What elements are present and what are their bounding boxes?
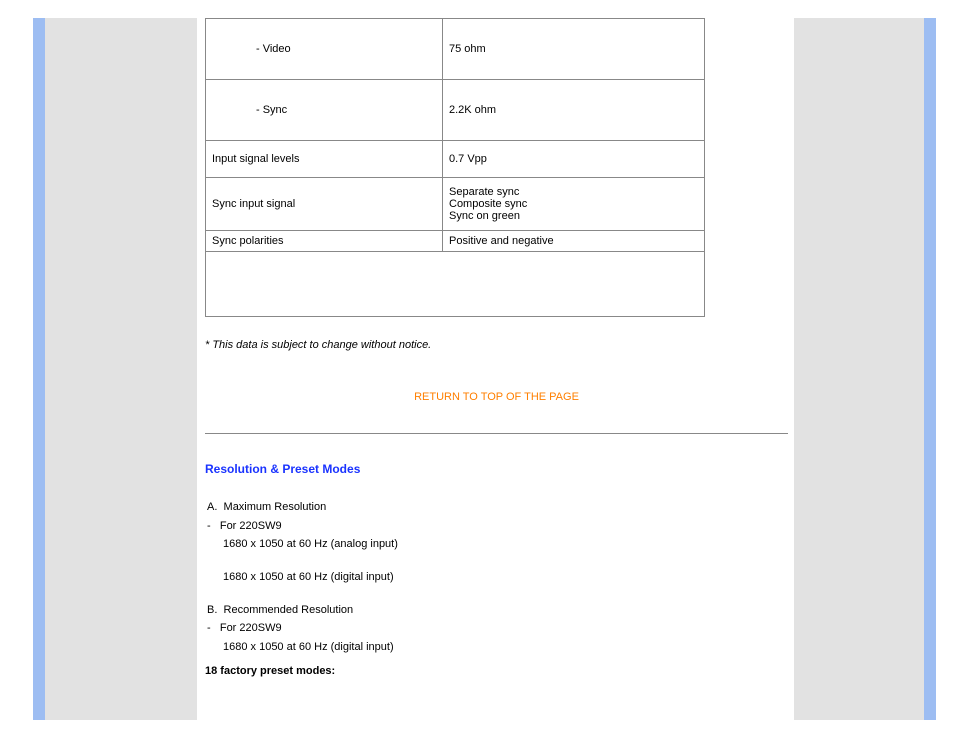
preset-modes-heading: 18 factory preset modes: (205, 665, 788, 677)
footnote: * This data is subject to change without… (205, 339, 788, 351)
list-detail: 1680 x 1050 at 60 Hz (analog input) (223, 535, 788, 554)
table-row: Sync input signal Separate sync Composit… (206, 178, 705, 231)
table-row: Input signal levels 0.7 Vpp (206, 141, 705, 178)
spec-value: 0.7 Vpp (443, 141, 705, 178)
list-item: - For 220SW9 (207, 517, 788, 536)
spec-label: - Sync (206, 80, 443, 141)
sidebar-right (794, 18, 924, 720)
return-top-link[interactable]: RETURN TO TOP OF THE PAGE (414, 391, 579, 403)
spec-value: 2.2K ohm (443, 80, 705, 141)
table-row: - Sync 2.2K ohm (206, 80, 705, 141)
spec-label: Sync polarities (206, 231, 443, 252)
list-detail: 1680 x 1050 at 60 Hz (digital input) (223, 568, 788, 587)
resolution-list: A. Maximum Resolution - For 220SW9 1680 … (205, 498, 788, 657)
list-for: For 220SW9 (220, 520, 282, 532)
return-top-link-wrap: RETURN TO TOP OF THE PAGE (205, 391, 788, 403)
spec-value: Positive and negative (443, 231, 705, 252)
spec-table: - Video 75 ohm - Sync 2.2K ohm Input sig… (205, 18, 705, 317)
table-row: Sync polarities Positive and negative (206, 231, 705, 252)
divider (205, 433, 788, 434)
main-content: - Video 75 ohm - Sync 2.2K ohm Input sig… (197, 18, 794, 720)
list-title: Recommended Resolution (224, 604, 354, 616)
list-item: - For 220SW9 (207, 619, 788, 638)
spec-label: Sync input signal (206, 178, 443, 231)
list-letter: A. (207, 501, 217, 513)
section-title: Resolution & Preset Modes (205, 462, 788, 476)
page-root: - Video 75 ohm - Sync 2.2K ohm Input sig… (0, 0, 954, 738)
list-letter: B. (207, 604, 217, 616)
spec-value: Separate sync Composite sync Sync on gre… (443, 178, 705, 231)
table-row: - Video 75 ohm (206, 19, 705, 80)
spec-value: 75 ohm (443, 19, 705, 80)
spec-label: - Video (206, 19, 443, 80)
list-item: B. Recommended Resolution (207, 601, 788, 620)
list-detail: 1680 x 1050 at 60 Hz (digital input) (223, 638, 788, 657)
spec-blank (206, 252, 705, 317)
sidebar-left (45, 18, 197, 720)
table-row (206, 252, 705, 317)
list-for: For 220SW9 (220, 622, 282, 634)
spec-label: Input signal levels (206, 141, 443, 178)
decorative-bar-right (924, 18, 936, 720)
list-title: Maximum Resolution (224, 501, 327, 513)
list-item: A. Maximum Resolution (207, 498, 788, 517)
decorative-bar-left (33, 18, 45, 720)
